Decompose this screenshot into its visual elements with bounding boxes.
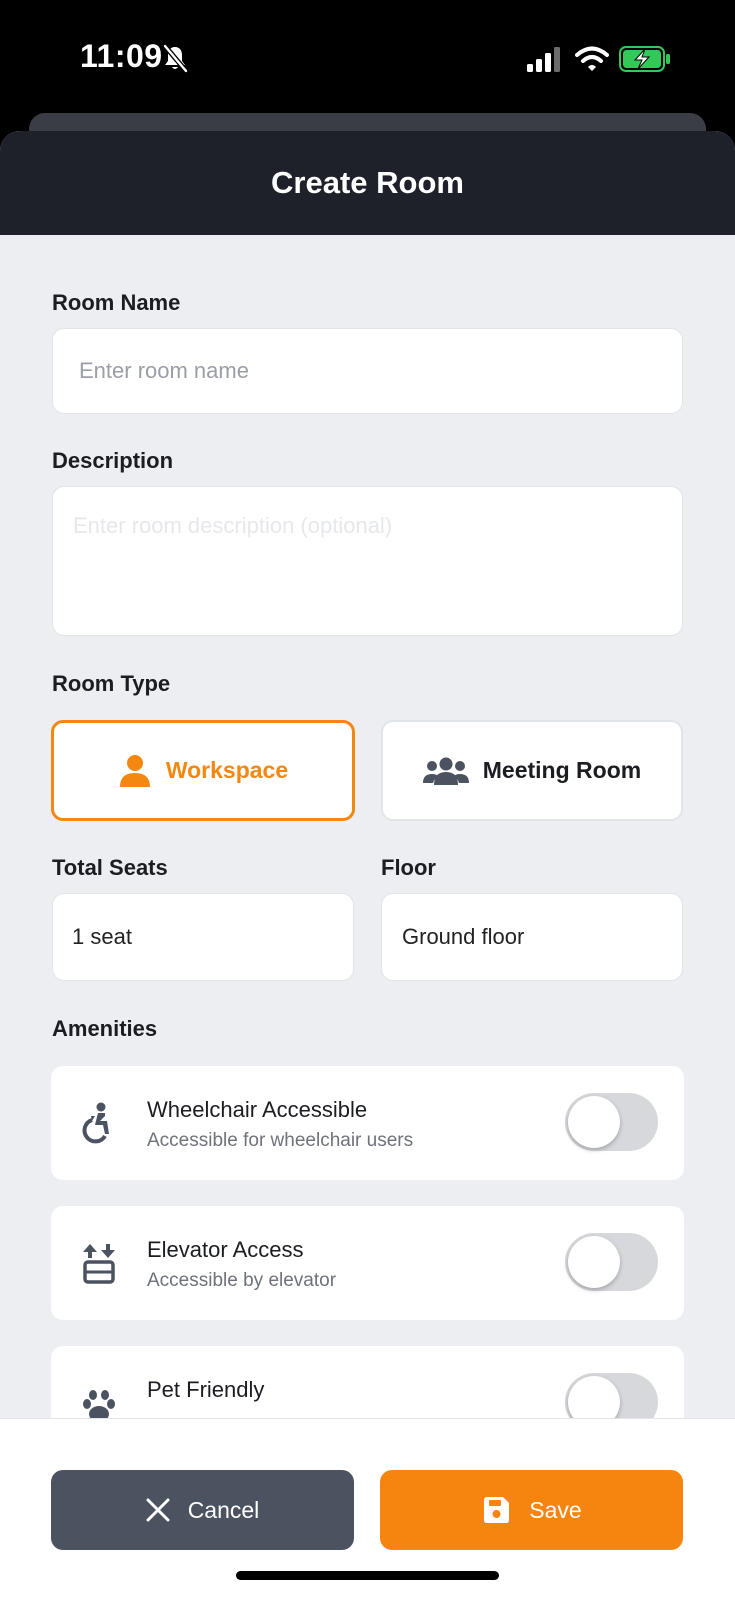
cellular-signal-icon (527, 47, 560, 72)
description-textarea[interactable]: Enter room description (optional) (52, 486, 683, 636)
floor-input[interactable]: Ground floor (381, 893, 683, 981)
amenity-subtitle: Accessible for wheelchair users (147, 1130, 414, 1151)
form-content[interactable]: Room Name Enter room name Description En… (0, 235, 735, 1549)
cancel-button[interactable]: Cancel (51, 1470, 354, 1550)
floor-value: Ground floor (402, 924, 525, 949)
modal-title: Create Room (271, 165, 464, 200)
toggle-knob (568, 1096, 620, 1148)
create-room-modal: Create Room Room Name Enter room name De… (0, 131, 735, 1600)
elevator-toggle[interactable] (565, 1233, 658, 1291)
amenity-wheelchair-card: Wheelchair Accessible Accessible for whe… (51, 1066, 684, 1180)
floppy-disk-icon (484, 1497, 510, 1523)
status-bar: 11:09 (0, 0, 735, 112)
amenity-title: Wheelchair Accessible (147, 1097, 368, 1122)
total-seats-input[interactable]: 1 seat (52, 893, 354, 981)
total-seats-label: Total Seats (52, 855, 168, 880)
elevator-icon (83, 1244, 115, 1284)
toggle-knob (568, 1236, 620, 1288)
amenities-label: Amenities (52, 1016, 158, 1041)
room-name-input[interactable]: Enter room name (52, 328, 683, 414)
save-label: Save (529, 1496, 582, 1523)
description-label: Description (52, 448, 174, 473)
home-indicator (236, 1571, 499, 1580)
amenity-title: Pet Friendly (147, 1377, 265, 1402)
wheelchair-toggle[interactable] (565, 1093, 658, 1151)
workspace-label: Workspace (165, 757, 289, 783)
amenity-elevator-card: Elevator Access Accessible by elevator (51, 1206, 684, 1320)
battery-charging-icon (619, 46, 670, 72)
close-icon (146, 1498, 170, 1522)
room-type-workspace-button[interactable]: Workspace (51, 720, 355, 821)
description-placeholder: Enter room description (optional) (73, 513, 393, 538)
floor-label: Floor (381, 855, 436, 880)
room-name-placeholder: Enter room name (79, 358, 249, 383)
bell-slash-icon (163, 44, 188, 73)
meeting-room-label: Meeting Room (482, 757, 642, 783)
room-type-label: Room Type (52, 671, 171, 696)
wifi-icon (575, 46, 609, 71)
save-button[interactable]: Save (380, 1470, 683, 1550)
amenity-title: Elevator Access (147, 1237, 304, 1262)
people-group-icon (422, 757, 469, 785)
cancel-label: Cancel (187, 1496, 260, 1523)
total-seats-value: 1 seat (72, 924, 132, 949)
room-type-meeting-room-button[interactable]: Meeting Room (381, 720, 683, 821)
wheelchair-icon (82, 1102, 109, 1144)
screen: 11:09 Create Room Room Name Enter room n… (0, 0, 735, 1600)
amenity-subtitle: Accessible by elevator (147, 1270, 337, 1291)
modal-header: Create Room (0, 131, 735, 235)
status-time: 11:09 (80, 38, 163, 74)
person-icon (119, 754, 150, 787)
room-name-label: Room Name (52, 290, 181, 315)
